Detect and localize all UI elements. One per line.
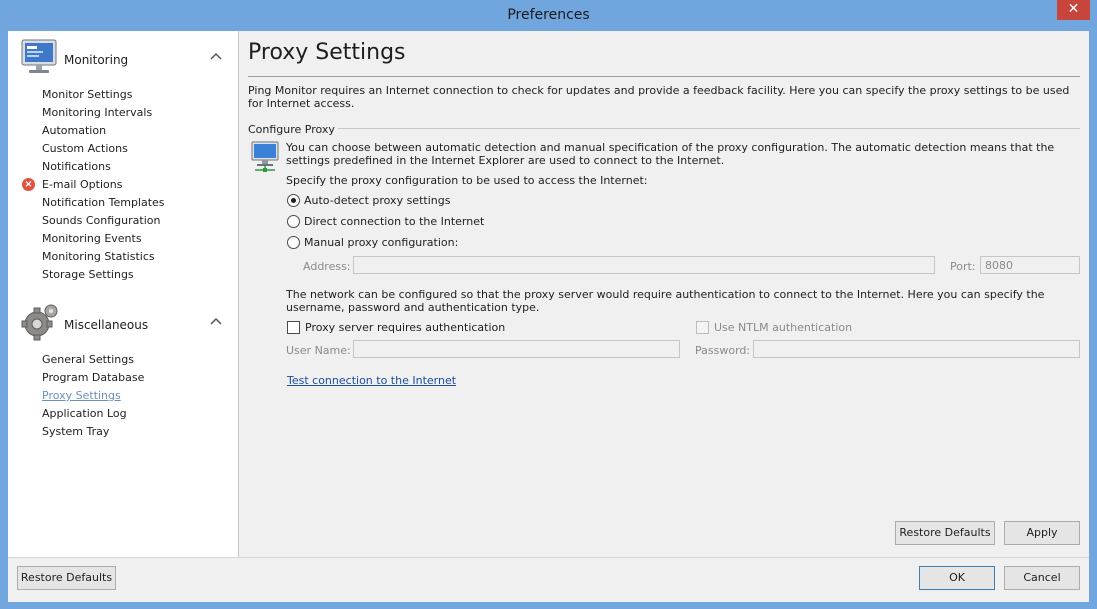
nav-list-monitoring: Monitor Settings Monitoring Intervals Au… [22, 86, 165, 284]
group-header-miscellaneous[interactable]: Miscellaneous [20, 302, 232, 342]
cancel-button[interactable]: Cancel [1004, 566, 1080, 590]
password-label: Password: [695, 344, 751, 357]
group-title-miscellaneous: Miscellaneous [64, 318, 149, 332]
sidebar-item-sounds-configuration[interactable]: Sounds Configuration [42, 212, 165, 230]
password-field[interactable] [753, 340, 1080, 358]
radio-label: Manual proxy configuration: [304, 236, 459, 249]
require-auth-checkbox[interactable] [287, 321, 300, 334]
close-button[interactable]: ✕ [1057, 0, 1090, 20]
radio-button[interactable] [287, 215, 300, 228]
network-computer-icon [251, 141, 279, 172]
sidebar-item-application-log[interactable]: Application Log [42, 405, 144, 423]
section-label-configure-proxy: Configure Proxy [248, 123, 338, 136]
intro-text: Ping Monitor requires an Internet connec… [248, 84, 1070, 110]
sidebar-item-monitoring-events[interactable]: Monitoring Events [42, 230, 165, 248]
sidebar-item-monitoring-statistics[interactable]: Monitoring Statistics [42, 248, 165, 266]
sidebar-item-email-options[interactable]: × E-mail Options [22, 176, 165, 194]
dialog-client: Monitoring Monitor Settings Monitoring I… [8, 31, 1089, 602]
preferences-window: Preferences ✕ Monitoring Monitor Setting… [0, 0, 1097, 609]
require-auth-label: Proxy server requires authentication [305, 321, 506, 334]
port-field[interactable] [980, 256, 1080, 274]
chevron-up-icon[interactable] [209, 314, 223, 328]
sidebar-item-monitoring-intervals[interactable]: Monitoring Intervals [42, 104, 165, 122]
sidebar: Monitoring Monitor Settings Monitoring I… [8, 31, 239, 557]
username-label: User Name: [286, 344, 351, 357]
ntlm-checkbox[interactable] [696, 321, 709, 334]
port-label: Port: [950, 260, 976, 273]
group-title-monitoring: Monitoring [64, 53, 129, 67]
settings-panel: Proxy Settings Ping Monitor requires an … [239, 31, 1089, 557]
dialog-footer: Restore Defaults OK Cancel [8, 557, 1089, 602]
ntlm-label: Use NTLM authentication [714, 321, 853, 334]
title-divider [248, 76, 1080, 77]
panel-restore-defaults-button[interactable]: Restore Defaults [895, 521, 995, 545]
restore-defaults-button[interactable]: Restore Defaults [17, 566, 116, 590]
username-field[interactable] [353, 340, 680, 358]
sidebar-item-monitor-settings[interactable]: Monitor Settings [42, 86, 165, 104]
apply-button[interactable]: Apply [1004, 521, 1080, 545]
sidebar-item-storage-settings[interactable]: Storage Settings [42, 266, 165, 284]
test-connection-link[interactable]: Test connection to the Internet [287, 374, 456, 387]
radio-button[interactable] [287, 194, 300, 207]
radio-label: Auto-detect proxy settings [304, 194, 451, 207]
sidebar-item-notifications[interactable]: Notifications [42, 158, 165, 176]
sidebar-item-notification-templates[interactable]: Notification Templates [42, 194, 165, 212]
sidebar-item-proxy-settings[interactable]: Proxy Settings [42, 387, 144, 405]
error-icon: × [22, 178, 35, 191]
radio-label: Direct connection to the Internet [304, 215, 485, 228]
window-title: Preferences [507, 7, 590, 23]
sidebar-item-general-settings[interactable]: General Settings [42, 351, 144, 369]
sidebar-item-label: E-mail Options [42, 178, 123, 191]
page-title: Proxy Settings [248, 40, 406, 65]
section-divider [248, 128, 1080, 129]
sidebar-item-system-tray[interactable]: System Tray [42, 423, 144, 441]
sidebar-item-custom-actions[interactable]: Custom Actions [42, 140, 165, 158]
monitor-icon [21, 39, 57, 73]
address-label: Address: [303, 260, 351, 273]
auth-description: The network can be configured so that th… [286, 288, 1045, 314]
address-field[interactable] [353, 256, 935, 274]
gears-icon [21, 304, 58, 341]
nav-list-miscellaneous: General Settings Program Database Proxy … [42, 351, 144, 441]
title-bar: Preferences ✕ [0, 0, 1097, 31]
chevron-up-icon[interactable] [209, 49, 223, 63]
radio-button[interactable] [287, 236, 300, 249]
group-header-monitoring[interactable]: Monitoring [20, 37, 232, 77]
specify-label: Specify the proxy configuration to be us… [286, 174, 648, 187]
proxy-description: You can choose between automatic detecti… [286, 141, 1055, 167]
sidebar-item-program-database[interactable]: Program Database [42, 369, 144, 387]
sidebar-item-automation[interactable]: Automation [42, 122, 165, 140]
ok-button[interactable]: OK [919, 566, 995, 590]
